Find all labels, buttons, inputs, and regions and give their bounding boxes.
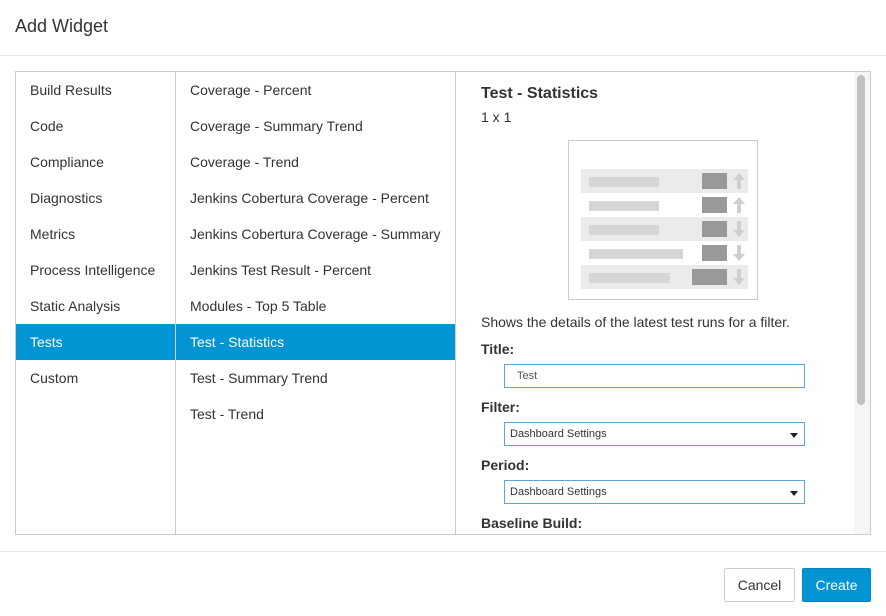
category-item-custom[interactable]: Custom [16,360,175,396]
baseline-build-field-label: Baseline Build: [481,515,583,531]
widget-item-coverage-trend[interactable]: Coverage - Trend [176,144,455,180]
cancel-button[interactable]: Cancel [724,568,795,602]
preview-bar [589,273,670,283]
filter-select[interactable]: Dashboard Settings [504,422,805,446]
widget-detail-panel: Test - Statistics 1 x 1 Shows the detail… [456,72,870,534]
period-select[interactable]: Dashboard Settings [504,480,805,504]
dialog-footer: Cancel Create [0,551,886,616]
category-item-compliance[interactable]: Compliance [16,144,175,180]
scrollbar-thumb[interactable] [857,75,865,405]
preview-bar [589,201,659,211]
chevron-down-icon [790,433,798,438]
filter-select-value: Dashboard Settings [510,428,607,440]
detail-scrollbar[interactable] [854,72,870,534]
chevron-down-icon [790,491,798,496]
create-button[interactable]: Create [802,568,871,602]
category-item-metrics[interactable]: Metrics [16,216,175,252]
preview-row [581,169,748,193]
widget-picker: Build Results Code Compliance Diagnostic… [15,71,871,535]
filter-field-label: Filter: [481,399,520,415]
arrow-down-icon [733,269,745,285]
widget-item-jenkins-test-result-percent[interactable]: Jenkins Test Result - Percent [176,252,455,288]
preview-row [581,265,748,289]
category-item-tests[interactable]: Tests [16,324,175,360]
preview-bar [589,225,659,235]
period-select-value: Dashboard Settings [510,486,607,498]
widget-list: Coverage - Percent Coverage - Summary Tr… [176,72,456,534]
category-item-diagnostics[interactable]: Diagnostics [16,180,175,216]
widget-item-jenkins-cobertura-percent[interactable]: Jenkins Cobertura Coverage - Percent [176,180,455,216]
period-field-label: Period: [481,457,530,473]
arrow-up-icon [733,173,745,189]
widget-size: 1 x 1 [481,109,512,125]
widget-item-jenkins-cobertura-summary[interactable]: Jenkins Cobertura Coverage - Summary [176,216,455,252]
preview-row [581,217,748,241]
preview-value-box [702,245,727,261]
preview-value-box [702,221,727,237]
preview-bar [589,249,683,259]
widget-item-modules-top5-table[interactable]: Modules - Top 5 Table [176,288,455,324]
widget-item-coverage-percent[interactable]: Coverage - Percent [176,72,455,108]
title-input[interactable] [504,364,805,388]
category-item-process-intelligence[interactable]: Process Intelligence [16,252,175,288]
category-item-code[interactable]: Code [16,108,175,144]
widget-detail-title: Test - Statistics [481,85,599,102]
preview-bar [589,177,659,187]
category-item-static-analysis[interactable]: Static Analysis [16,288,175,324]
dialog-header: Add Widget [0,0,886,56]
dialog-title: Add Widget [15,16,109,36]
preview-row [581,193,748,217]
widget-item-test-trend[interactable]: Test - Trend [176,396,455,432]
widget-preview-image [568,140,758,300]
arrow-up-icon [733,197,745,213]
title-field-label: Title: [481,341,515,357]
preview-value-box [702,173,727,189]
widget-item-test-summary-trend[interactable]: Test - Summary Trend [176,360,455,396]
preview-value-box [692,269,727,285]
widget-item-test-statistics[interactable]: Test - Statistics [176,324,455,360]
category-list: Build Results Code Compliance Diagnostic… [16,72,176,534]
preview-row [581,241,748,265]
widget-item-coverage-summary-trend[interactable]: Coverage - Summary Trend [176,108,455,144]
widget-description: Shows the details of the latest test run… [481,314,790,330]
arrow-down-icon [733,221,745,237]
arrow-down-icon [733,245,745,261]
category-item-build-results[interactable]: Build Results [16,72,175,108]
preview-value-box [702,197,727,213]
